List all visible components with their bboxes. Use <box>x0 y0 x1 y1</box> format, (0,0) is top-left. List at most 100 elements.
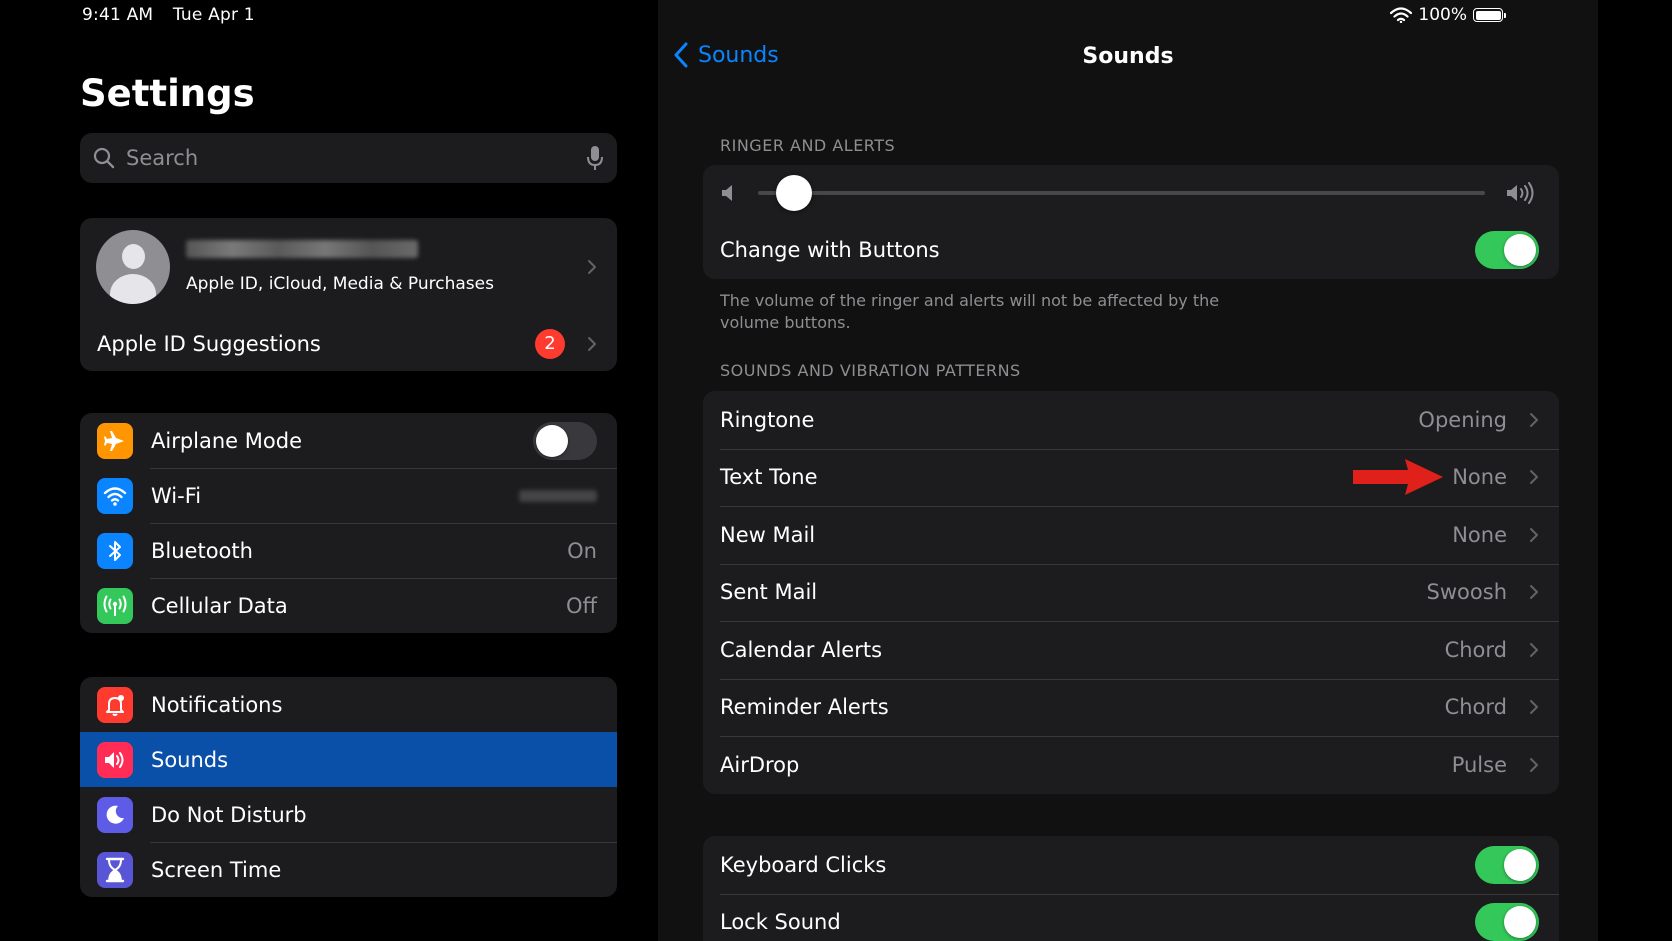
status-bar-right: 100% <box>1390 5 1506 25</box>
connectivity-group: Airplane Mode Wi-Fi Bluetooth On Cellula… <box>80 413 617 633</box>
change-with-buttons-row[interactable]: Change with Buttons <box>703 221 1559 279</box>
blurred-account-name <box>186 240 418 258</box>
search-icon <box>93 147 115 169</box>
sidebar-item-label: Bluetooth <box>151 538 253 563</box>
lock-sound-toggle[interactable] <box>1475 903 1539 941</box>
profile-subtitle: Apple ID, iCloud, Media & Purchases <box>186 274 494 294</box>
sidebar-item-cellular[interactable]: Cellular Data Off <box>80 578 617 633</box>
sidebar-item-do-not-disturb[interactable]: Do Not Disturb <box>80 787 617 842</box>
volume-track[interactable] <box>758 175 1485 211</box>
status-date: Tue Apr 1 <box>172 5 255 25</box>
cellular-value: Off <box>566 593 597 618</box>
airplane-icon <box>97 422 133 459</box>
row-label: Ringtone <box>720 407 815 432</box>
ringer-volume-slider[interactable] <box>703 165 1559 221</box>
search-input[interactable]: Search <box>126 146 585 170</box>
row-label: Keyboard Clicks <box>720 852 887 877</box>
row-value: None <box>1452 465 1507 490</box>
row-value: Chord <box>1444 637 1507 662</box>
settings-sidebar: 9:41 AM Tue Apr 1 Settings Search Apple … <box>0 0 658 941</box>
row-label: Sent Mail <box>720 580 818 605</box>
suggestions-label: Apple ID Suggestions <box>97 331 321 356</box>
other-sounds-group: Keyboard Clicks Lock Sound <box>703 836 1559 941</box>
reminder-alerts-row[interactable]: Reminder Alerts Chord <box>703 678 1559 737</box>
sidebar-item-wifi[interactable]: Wi-Fi <box>80 468 617 523</box>
patterns-section-header: SOUNDS AND VIBRATION PATTERNS <box>720 361 1021 380</box>
chevron-right-icon <box>1530 470 1538 485</box>
row-value: Swoosh <box>1426 580 1507 605</box>
chevron-right-icon <box>1530 757 1538 772</box>
avatar <box>96 230 170 304</box>
sidebar-item-label: Cellular Data <box>151 593 288 618</box>
nav-title: Sounds <box>1082 44 1174 69</box>
sidebar-item-notifications[interactable]: Notifications <box>80 677 617 732</box>
notification-bell-icon <box>97 686 133 723</box>
sidebar-item-label: Sounds <box>151 747 229 772</box>
row-label: AirDrop <box>720 752 800 777</box>
sidebar-item-label: Do Not Disturb <box>151 802 307 827</box>
calendar-alerts-row[interactable]: Calendar Alerts Chord <box>703 621 1559 679</box>
chevron-right-icon <box>1530 527 1538 542</box>
row-label: Lock Sound <box>720 910 841 935</box>
speaker-low-icon <box>722 185 732 201</box>
speaker-high-icon <box>1507 182 1534 204</box>
chevron-right-icon <box>1530 412 1538 427</box>
speaker-icon <box>97 741 133 778</box>
patterns-group: Ringtone Opening Text Tone None New Mail… <box>703 391 1559 794</box>
sidebar-item-screen-time[interactable]: Screen Time <box>80 842 617 897</box>
notification-badge: 2 <box>535 328 565 359</box>
chevron-right-icon <box>588 336 596 351</box>
airdrop-row[interactable]: AirDrop Pulse <box>703 736 1559 794</box>
search-bar[interactable]: Search <box>80 133 617 183</box>
airplane-mode-toggle[interactable] <box>533 421 597 460</box>
sidebar-item-bluetooth[interactable]: Bluetooth On <box>80 523 617 578</box>
row-label: Reminder Alerts <box>720 695 889 720</box>
wifi-icon <box>97 477 133 514</box>
new-mail-row[interactable]: New Mail None <box>703 506 1559 564</box>
status-time: 9:41 AM <box>82 5 154 25</box>
system-group: Notifications Sounds Do Not Disturb Scre… <box>80 677 617 897</box>
apple-id-row[interactable]: Apple ID, iCloud, Media & Purchases <box>80 218 617 316</box>
ringer-section-header: RINGER AND ALERTS <box>720 136 896 155</box>
hourglass-icon <box>97 851 133 888</box>
chevron-right-icon <box>1530 585 1538 600</box>
sidebar-item-label: Notifications <box>151 692 283 717</box>
lock-sound-row[interactable]: Lock Sound <box>703 893 1559 941</box>
row-label: Text Tone <box>720 465 818 490</box>
sidebar-item-sounds[interactable]: Sounds <box>80 732 617 787</box>
sidebar-item-label: Airplane Mode <box>151 428 302 453</box>
row-label: New Mail <box>720 522 816 547</box>
sidebar-item-label: Wi-Fi <box>151 483 202 508</box>
chevron-right-icon <box>1530 700 1538 715</box>
change-with-buttons-label: Change with Buttons <box>720 237 940 262</box>
ringtone-row[interactable]: Ringtone Opening <box>703 391 1559 449</box>
apple-id-suggestions-row[interactable]: Apple ID Suggestions 2 <box>80 316 617 371</box>
antenna-icon <box>97 587 133 624</box>
sidebar-item-airplane-mode[interactable]: Airplane Mode <box>80 413 617 468</box>
row-value: None <box>1452 522 1507 547</box>
status-bar-left: 9:41 AM Tue Apr 1 <box>82 5 269 25</box>
wifi-icon <box>1390 7 1413 23</box>
sounds-detail-pane: 100% Sounds Sounds RINGER AND ALERTS Cha… <box>658 0 1598 941</box>
sent-mail-row[interactable]: Sent Mail Swoosh <box>703 563 1559 622</box>
row-label: Calendar Alerts <box>720 637 883 662</box>
page-title: Settings <box>80 72 255 115</box>
profile-text: Apple ID, iCloud, Media & Purchases <box>186 240 565 294</box>
row-value: Pulse <box>1451 752 1507 777</box>
bluetooth-value: On <box>567 538 597 563</box>
chevron-right-icon <box>1530 642 1538 657</box>
ringer-group: Change with Buttons <box>703 165 1559 279</box>
apple-id-group: Apple ID, iCloud, Media & Purchases Appl… <box>80 218 617 371</box>
volume-thumb[interactable] <box>776 175 813 211</box>
chevron-right-icon <box>588 260 596 274</box>
row-value: Chord <box>1444 695 1507 720</box>
row-value: Opening <box>1418 407 1507 432</box>
change-with-buttons-toggle[interactable] <box>1475 230 1539 269</box>
red-arrow-annotation <box>1353 459 1443 495</box>
sidebar-item-label: Screen Time <box>151 857 282 882</box>
keyboard-clicks-toggle[interactable] <box>1475 845 1539 884</box>
battery-full-icon <box>1473 8 1506 22</box>
keyboard-clicks-row[interactable]: Keyboard Clicks <box>703 836 1559 894</box>
microphone-icon[interactable] <box>585 145 605 171</box>
blurred-network-name <box>519 489 597 502</box>
